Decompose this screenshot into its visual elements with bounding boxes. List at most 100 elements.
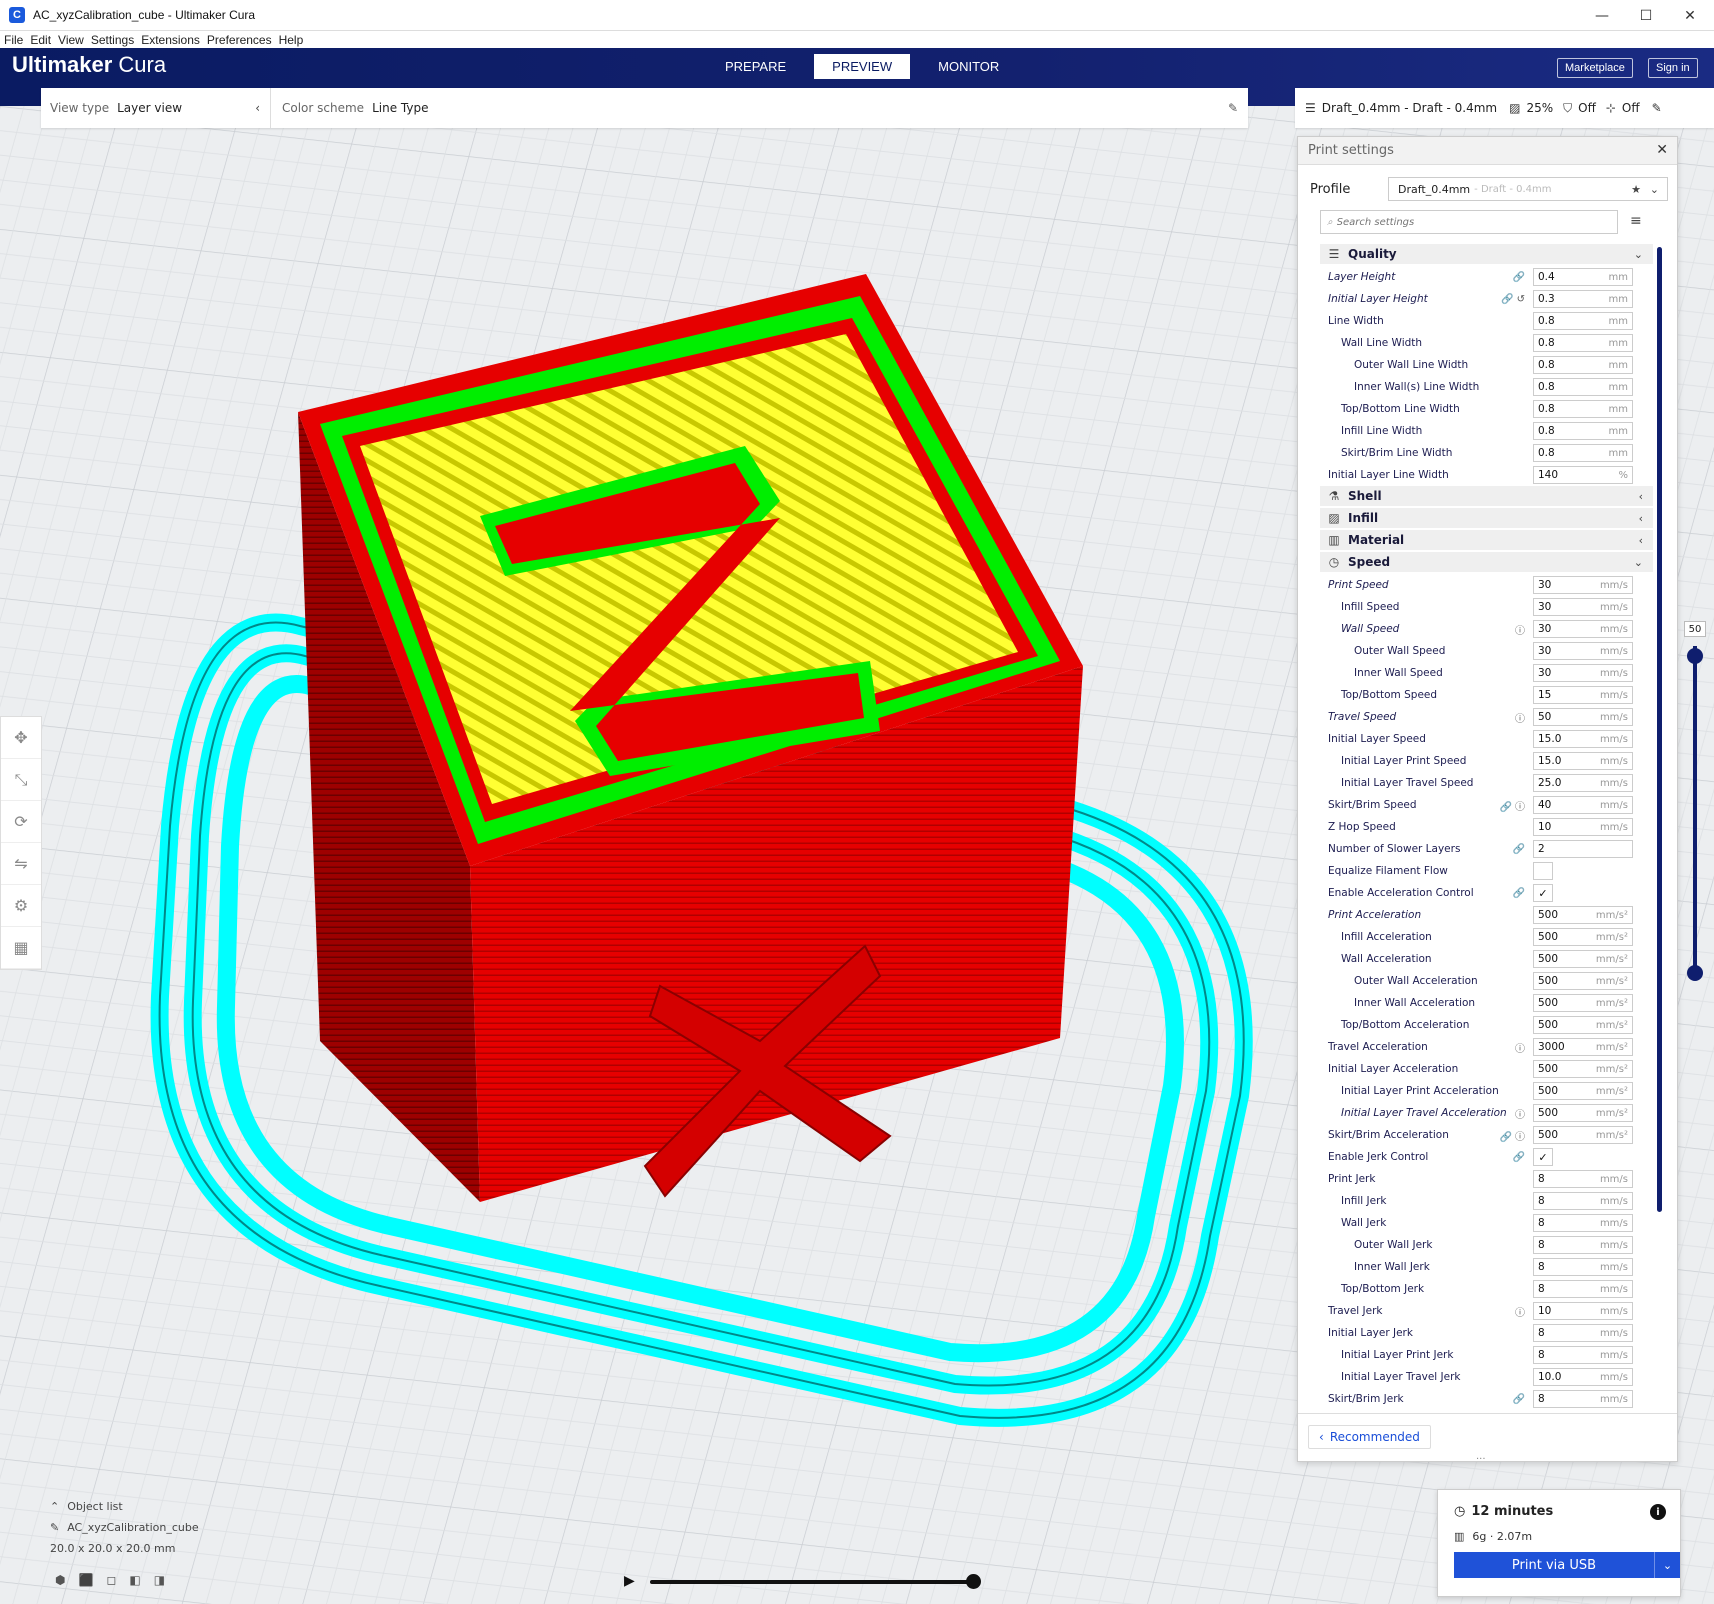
setting-state-icon[interactable]: ⓘ [1498,1040,1528,1055]
pencil-icon[interactable]: ✎ [1652,101,1662,115]
recommended-button[interactable]: ‹ Recommended [1308,1425,1431,1449]
setting-state-icon[interactable]: 🔗 [1498,1152,1528,1163]
category-infill[interactable]: ▨ Infill ‹ [1320,508,1653,528]
setting-value-field[interactable]: 0.4 mm [1533,268,1633,286]
top-view-icon[interactable]: ◻ [106,1573,116,1587]
marketplace-button[interactable]: Marketplace [1557,58,1633,78]
setting-value-field[interactable]: 3000 mm/s² [1533,1038,1633,1056]
setting-value-field[interactable]: 8 mm/s [1533,1192,1633,1210]
chevron-down-icon[interactable]: ⌄ [1654,1552,1680,1578]
move-tool-icon[interactable]: ✥ [1,717,41,759]
setting-state-icon[interactable]: ⓘ [1498,622,1528,637]
setting-value-field[interactable]: 10.0 mm/s [1533,1368,1633,1386]
setting-value-field[interactable]: 0.8 mm [1533,444,1633,462]
setting-checkbox[interactable]: ✓ [1533,884,1553,902]
setting-value-field[interactable]: 8 mm/s [1533,1170,1633,1188]
settings-scrollbar[interactable] [1657,247,1662,1212]
resize-grip-icon[interactable]: ··· [1476,1454,1486,1465]
category-shell[interactable]: ⚗ Shell ‹ [1320,486,1653,506]
object-list-toggle[interactable]: ⌃ Object list [50,1500,199,1513]
setting-value-field[interactable]: 50 mm/s [1533,708,1633,726]
menu-view[interactable]: View [58,33,84,47]
play-icon[interactable]: ▶ [624,1573,635,1589]
info-icon[interactable]: i [1650,1504,1666,1520]
setting-value-field[interactable]: 0.8 mm [1533,334,1633,352]
setting-value-field[interactable]: 0.8 mm [1533,312,1633,330]
setting-checkbox[interactable] [1533,862,1553,880]
setting-state-icon[interactable]: 🔗 [1498,844,1528,855]
setting-value-field[interactable]: 8 mm/s [1533,1346,1633,1364]
setting-value-field[interactable]: 30 mm/s [1533,642,1633,660]
search-input[interactable] [1336,216,1597,228]
setting-value-field[interactable]: 500 mm/s² [1533,1082,1633,1100]
category-material[interactable]: ▥ Material ‹ [1320,530,1653,550]
layer-slider-track[interactable] [1693,646,1697,973]
setting-value-field[interactable]: 500 mm/s² [1533,1104,1633,1122]
setting-value-field[interactable]: 25.0 mm/s [1533,774,1633,792]
path-slider-track[interactable] [650,1580,975,1584]
color-scheme-selector[interactable]: Color scheme Line Type ✎ [271,88,1248,128]
setting-value-field[interactable]: 500 mm/s² [1533,1060,1633,1078]
pencil-icon[interactable]: ✎ [1228,101,1238,115]
print-via-usb-button[interactable]: Print via USB ⌄ [1454,1552,1680,1578]
setting-value-field[interactable]: 15 mm/s [1533,686,1633,704]
setting-value-field[interactable]: 8 mm/s [1533,1258,1633,1276]
setting-value-field[interactable]: 30 mm/s [1533,598,1633,616]
minimize-button[interactable]: — [1580,0,1624,31]
right-view-icon[interactable]: ◨ [154,1573,165,1587]
menu-extensions[interactable]: Extensions [141,33,200,47]
tab-prepare[interactable]: PREPARE [707,54,804,79]
path-slider-handle[interactable] [966,1574,981,1589]
rotate-tool-icon[interactable]: ⟳ [1,801,41,843]
setting-value-field[interactable]: 0.8 mm [1533,378,1633,396]
setting-value-field[interactable]: 10 mm/s [1533,1302,1633,1320]
setting-state-icon[interactable]: ⓘ [1498,710,1528,725]
setting-value-field[interactable]: 500 mm/s² [1533,1126,1633,1144]
setting-value-field[interactable]: 15.0 mm/s [1533,730,1633,748]
setting-value-field[interactable]: 500 mm/s² [1533,972,1633,990]
setting-value-field[interactable]: 0.3 mm [1533,290,1633,308]
setting-value-field[interactable]: 140% [1533,466,1633,484]
setting-value-field[interactable]: 8 mm/s [1533,1236,1633,1254]
setting-state-icon[interactable]: 🔗ⓘ [1498,798,1528,813]
per-model-settings-icon[interactable]: ⚙ [1,885,41,927]
chevron-left-icon[interactable]: ‹ [255,101,260,115]
setting-value-field[interactable]: 500 mm/s² [1533,994,1633,1012]
setting-state-icon[interactable]: 🔗 [1498,1394,1528,1405]
category-quality[interactable]: ☰ Quality ⌄ [1320,244,1653,264]
setting-checkbox[interactable]: ✓ [1533,1148,1553,1166]
menu-preferences[interactable]: Preferences [207,33,272,47]
tab-monitor[interactable]: MONITOR [920,54,1017,79]
scale-tool-icon[interactable]: ⤡ [1,759,41,801]
object-name-row[interactable]: ✎ AC_xyzCalibration_cube [50,1521,199,1534]
layer-slider-bottom-handle[interactable] [1687,965,1703,981]
sign-in-button[interactable]: Sign in [1648,58,1698,78]
setting-state-icon[interactable]: 🔗 [1498,272,1528,283]
setting-value-field[interactable]: 0.8 mm [1533,400,1633,418]
close-window-button[interactable]: ✕ [1668,0,1712,31]
setting-state-icon[interactable]: ⓘ [1498,1304,1528,1319]
star-icon[interactable]: ★ [1631,183,1641,196]
setting-state-icon[interactable]: 🔗 [1498,888,1528,899]
setting-state-icon[interactable]: ⓘ [1498,1106,1528,1121]
setting-value-field[interactable]: 40 mm/s [1533,796,1633,814]
layer-number[interactable]: 50 [1684,621,1706,637]
setting-value-field[interactable]: 500 mm/s² [1533,950,1633,968]
setting-value-field[interactable]: 30 mm/s [1533,576,1633,594]
category-speed[interactable]: ◷ Speed ⌄ [1320,552,1653,572]
setting-value-field[interactable]: 500 mm/s² [1533,906,1633,924]
view-type-selector[interactable]: View type Layer view ‹ [41,88,271,128]
3d-view-icon[interactable]: ⬢ [55,1573,65,1587]
setting-value-field[interactable]: 30 mm/s [1533,664,1633,682]
menu-file[interactable]: File [4,33,23,47]
profile-dropdown[interactable]: Draft_0.4mm - Draft - 0.4mm ★ ⌄ [1388,177,1668,201]
tab-preview[interactable]: PREVIEW [814,54,911,79]
setting-state-icon[interactable]: 🔗ⓘ [1498,1128,1528,1143]
menu-settings[interactable]: Settings [91,33,134,47]
setting-state-icon[interactable]: 🔗↺ [1498,294,1528,305]
left-view-icon[interactable]: ◧ [129,1573,140,1587]
setting-value-field[interactable]: 2 [1533,840,1633,858]
setting-value-field[interactable]: 8 mm/s [1533,1324,1633,1342]
setting-value-field[interactable]: 500 mm/s² [1533,928,1633,946]
setting-value-field[interactable]: 0.8 mm [1533,422,1633,440]
